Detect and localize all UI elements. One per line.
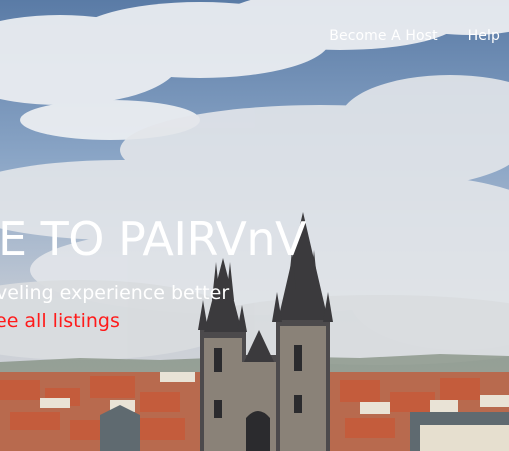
see-all-listings-link[interactable]: ee all listings xyxy=(0,310,120,332)
hero-title: E TO PAIRVnV xyxy=(0,212,306,266)
hero-subtitle: veling experience better xyxy=(0,282,230,304)
help-link[interactable]: Help xyxy=(468,28,500,44)
top-nav: Become A Host Help xyxy=(329,28,500,44)
become-host-link[interactable]: Become A Host xyxy=(329,28,437,44)
